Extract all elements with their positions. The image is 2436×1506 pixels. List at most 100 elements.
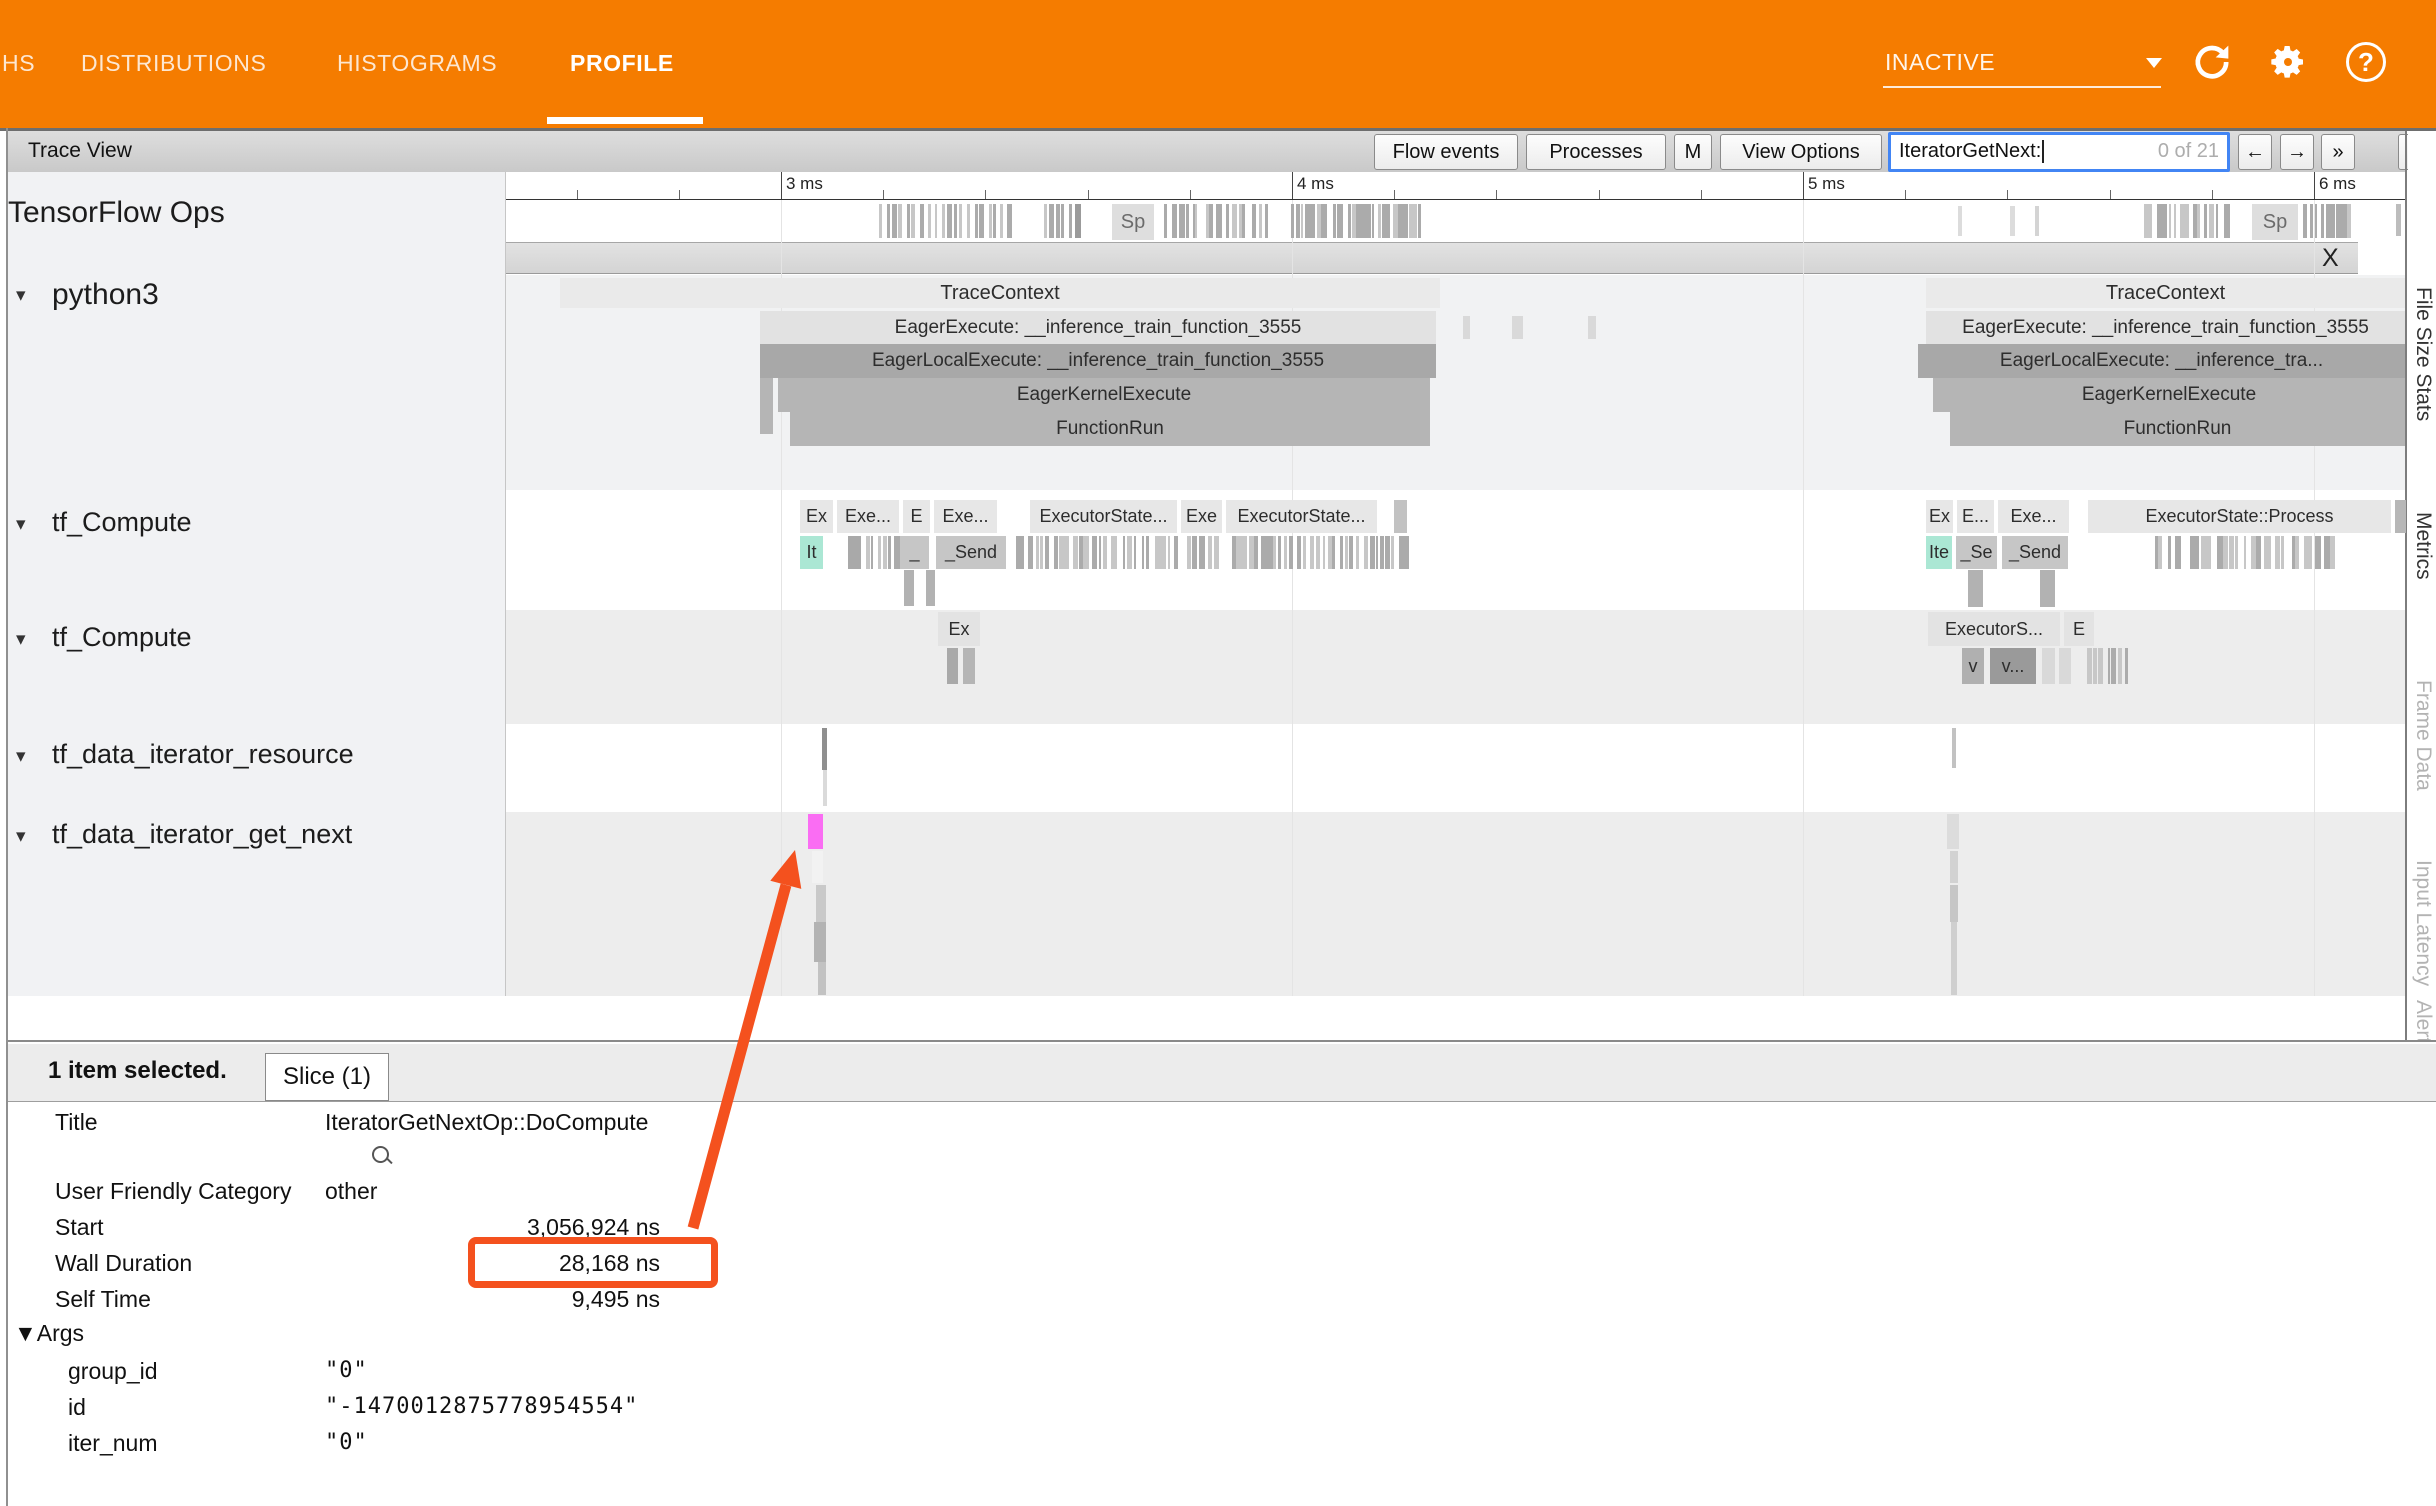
trace-stripe[interactable] <box>1380 536 1384 569</box>
trace-stripe[interactable] <box>2204 204 2207 238</box>
trace-stripe[interactable] <box>1391 536 1394 569</box>
help-icon[interactable]: ? <box>2346 42 2386 82</box>
tab-distributions[interactable]: DISTRIBUTIONS <box>81 50 266 77</box>
trace-stripe[interactable] <box>2174 204 2176 238</box>
trace-stripe[interactable] <box>2223 536 2228 569</box>
trace-stripe[interactable] <box>1195 204 1197 238</box>
trace-stripe[interactable] <box>2148 204 2152 238</box>
trace-stripe[interactable] <box>1186 204 1189 238</box>
trace-stripe[interactable] <box>1073 536 1078 569</box>
search-nav-button-1[interactable]: → <box>2280 134 2314 170</box>
trace-slice[interactable] <box>2396 204 2401 236</box>
trace-stripe[interactable] <box>2158 536 2162 569</box>
magnifier-icon[interactable] <box>372 1146 394 1168</box>
trace-stripe[interactable] <box>2256 536 2261 569</box>
trace-stripe[interactable] <box>954 204 957 238</box>
trace-stripe[interactable] <box>2118 648 2122 684</box>
trace-slice[interactable] <box>2040 570 2055 607</box>
trace-stripe[interactable] <box>2295 536 2299 569</box>
trace-stripe[interactable] <box>1378 204 1381 238</box>
trace-slice[interactable]: EagerLocalExecute: __inference_tra... <box>1918 344 2405 378</box>
toolbar-button-view-options[interactable]: View Options <box>1720 134 1882 170</box>
trace-stripe[interactable] <box>2111 648 2116 684</box>
trace-stripe[interactable] <box>2186 204 2189 238</box>
trace-stripe[interactable] <box>2308 536 2312 569</box>
trace-slice[interactable] <box>1588 316 1596 339</box>
trace-stripe[interactable] <box>1242 204 1245 238</box>
toolbar-button-flow-events[interactable]: Flow events <box>1374 134 1518 170</box>
gear-icon[interactable] <box>2268 42 2308 82</box>
trace-slice[interactable]: EagerKernelExecute <box>1933 378 2405 412</box>
trace-slice[interactable] <box>963 648 975 684</box>
trace-stripe[interactable] <box>2206 536 2211 569</box>
trace-stripe[interactable] <box>898 204 902 238</box>
trace-slice[interactable]: FunctionRun <box>790 412 1430 446</box>
trace-stripe[interactable] <box>1174 536 1178 569</box>
trace-stripe[interactable] <box>1216 204 1222 238</box>
trace-stripe[interactable] <box>2228 204 2230 238</box>
trace-stripe[interactable] <box>1412 204 1417 238</box>
trace-stripe[interactable] <box>2267 536 2271 569</box>
trace-stripe[interactable] <box>2331 204 2335 238</box>
trace-slice[interactable] <box>904 570 914 606</box>
trace-stripe[interactable] <box>871 536 873 569</box>
trace-slice[interactable]: Sp <box>2252 204 2298 240</box>
trace-stripe[interactable] <box>975 204 978 238</box>
trace-slice[interactable] <box>1947 814 1959 849</box>
trace-stripe[interactable] <box>878 536 881 569</box>
trace-stripe[interactable] <box>1404 536 1409 569</box>
trace-stripe[interactable] <box>1214 536 1219 569</box>
trace-stripe[interactable] <box>1402 204 1408 238</box>
trace-stripe[interactable] <box>1142 536 1144 569</box>
trace-stripe[interactable] <box>942 204 945 238</box>
trace-stripe[interactable] <box>2235 536 2238 569</box>
trace-stripe[interactable] <box>1019 536 1024 569</box>
trace-stripe[interactable] <box>1160 536 1166 569</box>
trace-slice[interactable] <box>1950 885 1958 922</box>
trace-stripe[interactable] <box>1297 536 1301 569</box>
collapse-triangle-icon[interactable]: ▾ <box>16 745 26 768</box>
trace-slice[interactable]: ExecutorS... <box>1928 612 2060 646</box>
trace-stripe[interactable] <box>1114 536 1117 569</box>
trace-slice[interactable]: Exe... <box>1998 500 2069 533</box>
trace-slice[interactable] <box>1951 922 1957 995</box>
trace-stripe[interactable] <box>1296 204 1300 238</box>
trace-stripe[interactable] <box>1301 204 1303 238</box>
trace-stripe[interactable] <box>947 204 952 238</box>
trace-stripe[interactable] <box>1323 536 1325 569</box>
trace-stripe[interactable] <box>1061 204 1064 238</box>
trace-slice[interactable] <box>947 648 958 684</box>
trace-stripe[interactable] <box>1045 536 1049 569</box>
trace-stripe[interactable] <box>1092 536 1097 569</box>
tab-slice[interactable]: Slice (1) <box>265 1053 389 1101</box>
trace-stripe[interactable] <box>1273 536 1276 569</box>
trace-stripe[interactable] <box>2303 204 2307 238</box>
trace-stripe[interactable] <box>1241 536 1247 569</box>
search-nav-button-2[interactable]: » <box>2321 134 2355 170</box>
trace-stripe[interactable] <box>1054 536 1058 569</box>
trace-stripe[interactable] <box>1303 536 1306 569</box>
trace-slice[interactable]: _Se <box>1956 536 1997 569</box>
trace-stripe[interactable] <box>1259 204 1262 238</box>
trace-stripe[interactable] <box>1316 536 1320 569</box>
trace-slice[interactable]: Exe... <box>934 500 997 533</box>
trace-slice[interactable]: E <box>2064 612 2094 646</box>
trace-slice[interactable] <box>2059 648 2071 684</box>
trace-stripe[interactable] <box>1385 536 1390 569</box>
trace-slice[interactable] <box>823 770 827 806</box>
trace-stripe[interactable] <box>1187 536 1191 569</box>
trace-slice[interactable]: Ex <box>938 612 980 646</box>
trace-stripe[interactable] <box>2093 648 2097 684</box>
trace-stripe[interactable] <box>989 204 992 238</box>
trace-stripe[interactable] <box>1254 536 1258 569</box>
trace-stripe[interactable] <box>1310 204 1315 238</box>
trace-slice[interactable]: Ex <box>800 500 833 533</box>
trace-stripe[interactable] <box>1134 536 1136 569</box>
trace-stripe[interactable] <box>2229 536 2234 569</box>
trace-stripe[interactable] <box>2315 204 2317 238</box>
trace-stripe[interactable] <box>879 204 882 238</box>
trace-slice[interactable] <box>818 962 826 995</box>
trace-stripe[interactable] <box>920 204 924 238</box>
trace-slice[interactable]: v... <box>1990 648 2036 684</box>
trace-stripe[interactable] <box>1340 204 1343 238</box>
